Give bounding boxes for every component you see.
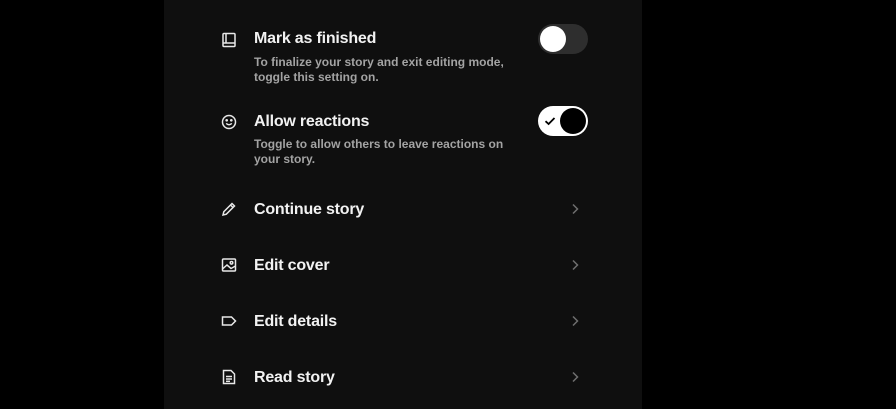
continue-story-label: Continue story (254, 201, 365, 218)
smiley-icon (220, 113, 238, 131)
setting-mark-finished: Mark as finished To finalize your story … (220, 24, 588, 88)
allow-reactions-toggle[interactable] (538, 106, 588, 136)
action-edit-cover[interactable]: Edit cover (220, 252, 588, 282)
tag-icon (220, 312, 238, 330)
document-icon (220, 368, 238, 386)
book-icon (220, 31, 238, 49)
allow-reactions-title: Allow reactions (254, 113, 370, 130)
action-edit-details[interactable]: Edit details (220, 308, 588, 338)
action-read-story[interactable]: Read story (220, 364, 588, 394)
pencil-icon (220, 200, 238, 218)
chevron-right-icon (570, 371, 580, 383)
mark-finished-title: Mark as finished (254, 30, 377, 47)
chevron-right-icon (570, 315, 580, 327)
image-icon (220, 256, 238, 274)
read-story-label: Read story (254, 369, 335, 386)
chevron-right-icon (570, 259, 580, 271)
toggle-knob (560, 108, 586, 134)
edit-details-label: Edit details (254, 313, 337, 330)
chevron-right-icon (570, 203, 580, 215)
toggle-knob (540, 26, 566, 52)
check-icon (544, 114, 556, 126)
mark-finished-description: To finalize your story and exit editing … (254, 55, 504, 84)
allow-reactions-description: Toggle to allow others to leave reaction… (254, 137, 504, 166)
story-settings-panel: Mark as finished To finalize your story … (164, 0, 642, 409)
action-continue-story[interactable]: Continue story (220, 196, 588, 226)
edit-cover-label: Edit cover (254, 257, 330, 274)
mark-finished-toggle[interactable] (538, 24, 588, 54)
setting-allow-reactions: Allow reactions Toggle to allow others t… (220, 106, 588, 170)
